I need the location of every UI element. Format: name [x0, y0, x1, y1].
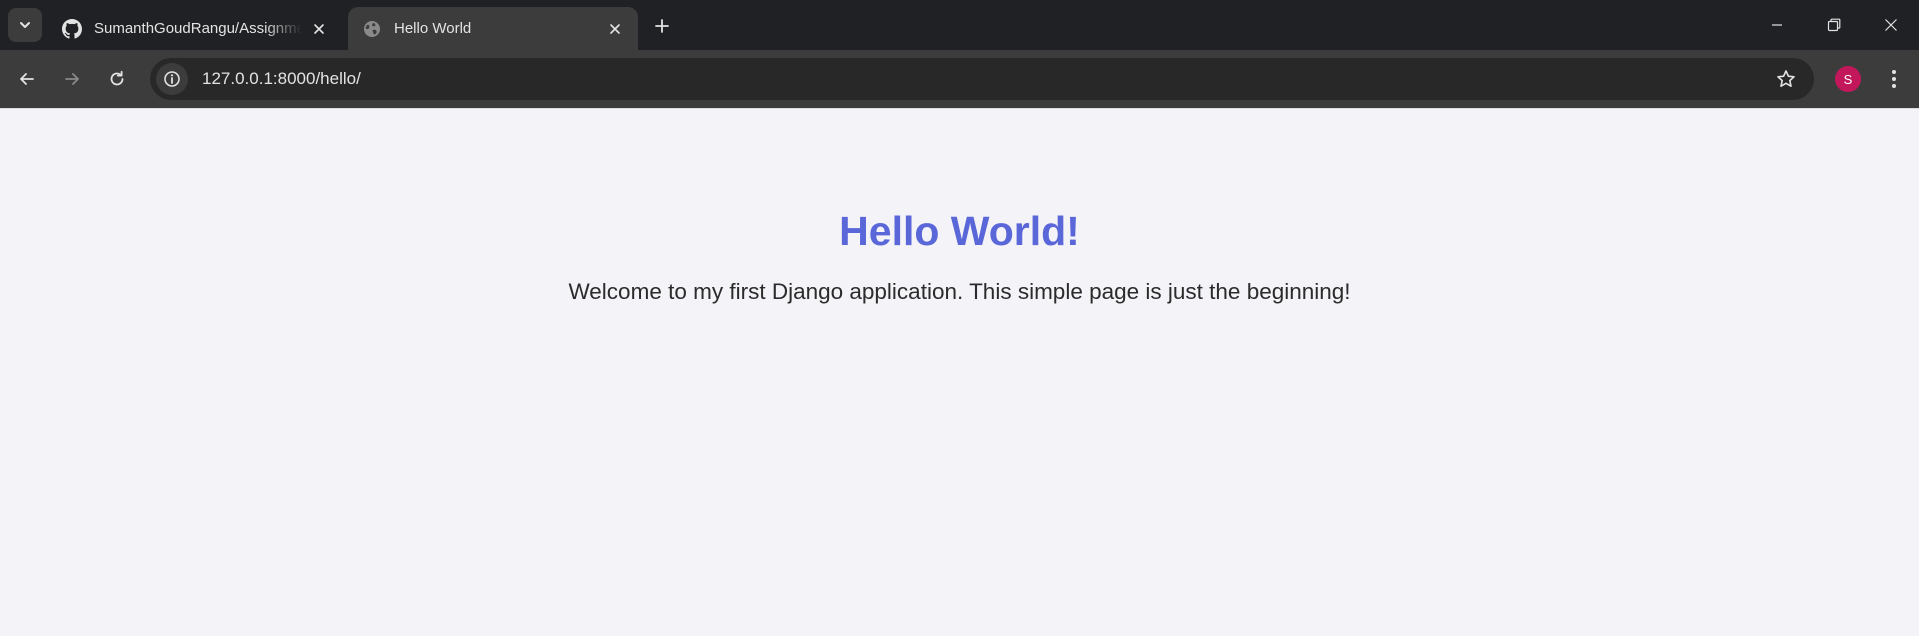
- info-icon: [163, 70, 181, 88]
- tab-title: Hello World: [394, 20, 472, 37]
- bookmark-button[interactable]: [1774, 67, 1798, 91]
- close-tab-icon[interactable]: [604, 18, 626, 40]
- chevron-down-icon: [18, 18, 32, 32]
- kebab-menu-icon: [1891, 69, 1897, 89]
- tab-search-button[interactable]: [8, 8, 42, 42]
- tab-github[interactable]: SumanthGoudRangu/Assignme: [48, 7, 342, 50]
- site-info-button[interactable]: [156, 63, 188, 95]
- globe-icon: [362, 19, 382, 39]
- tab-strip: SumanthGoudRangu/Assignme Hello World: [0, 0, 1919, 50]
- close-tab-icon[interactable]: [308, 18, 330, 40]
- star-icon: [1776, 69, 1796, 89]
- plus-icon: [654, 18, 670, 34]
- browser-window: SumanthGoudRangu/Assignme Hello World 12…: [0, 0, 1919, 636]
- minimize-button[interactable]: [1748, 0, 1805, 50]
- reload-icon: [108, 70, 126, 88]
- arrow-left-icon: [18, 70, 36, 88]
- restore-button[interactable]: [1805, 0, 1862, 50]
- browser-toolbar: 127.0.0.1:8000/hello/ S: [0, 50, 1919, 108]
- back-button[interactable]: [11, 63, 43, 95]
- tab-title: SumanthGoudRangu/Assignme: [94, 20, 302, 37]
- restore-icon: [1827, 18, 1841, 32]
- arrow-right-icon: [63, 70, 81, 88]
- forward-button[interactable]: [56, 63, 88, 95]
- page-viewport: Hello World! Welcome to my first Django …: [0, 108, 1919, 636]
- reload-button[interactable]: [101, 63, 133, 95]
- tab-hello-world[interactable]: Hello World: [348, 7, 638, 50]
- browser-menu-button[interactable]: [1880, 63, 1908, 95]
- close-icon: [1884, 18, 1898, 32]
- close-window-button[interactable]: [1862, 0, 1919, 50]
- page-paragraph: Welcome to my first Django application. …: [568, 279, 1351, 304]
- page-heading: Hello World!: [839, 208, 1080, 254]
- window-controls: [1748, 0, 1919, 50]
- profile-avatar[interactable]: S: [1835, 66, 1861, 92]
- new-tab-button[interactable]: [648, 12, 676, 40]
- github-icon: [62, 18, 82, 39]
- address-bar[interactable]: 127.0.0.1:8000/hello/: [150, 58, 1814, 100]
- minimize-icon: [1771, 19, 1783, 31]
- url-text[interactable]: 127.0.0.1:8000/hello/: [202, 69, 361, 89]
